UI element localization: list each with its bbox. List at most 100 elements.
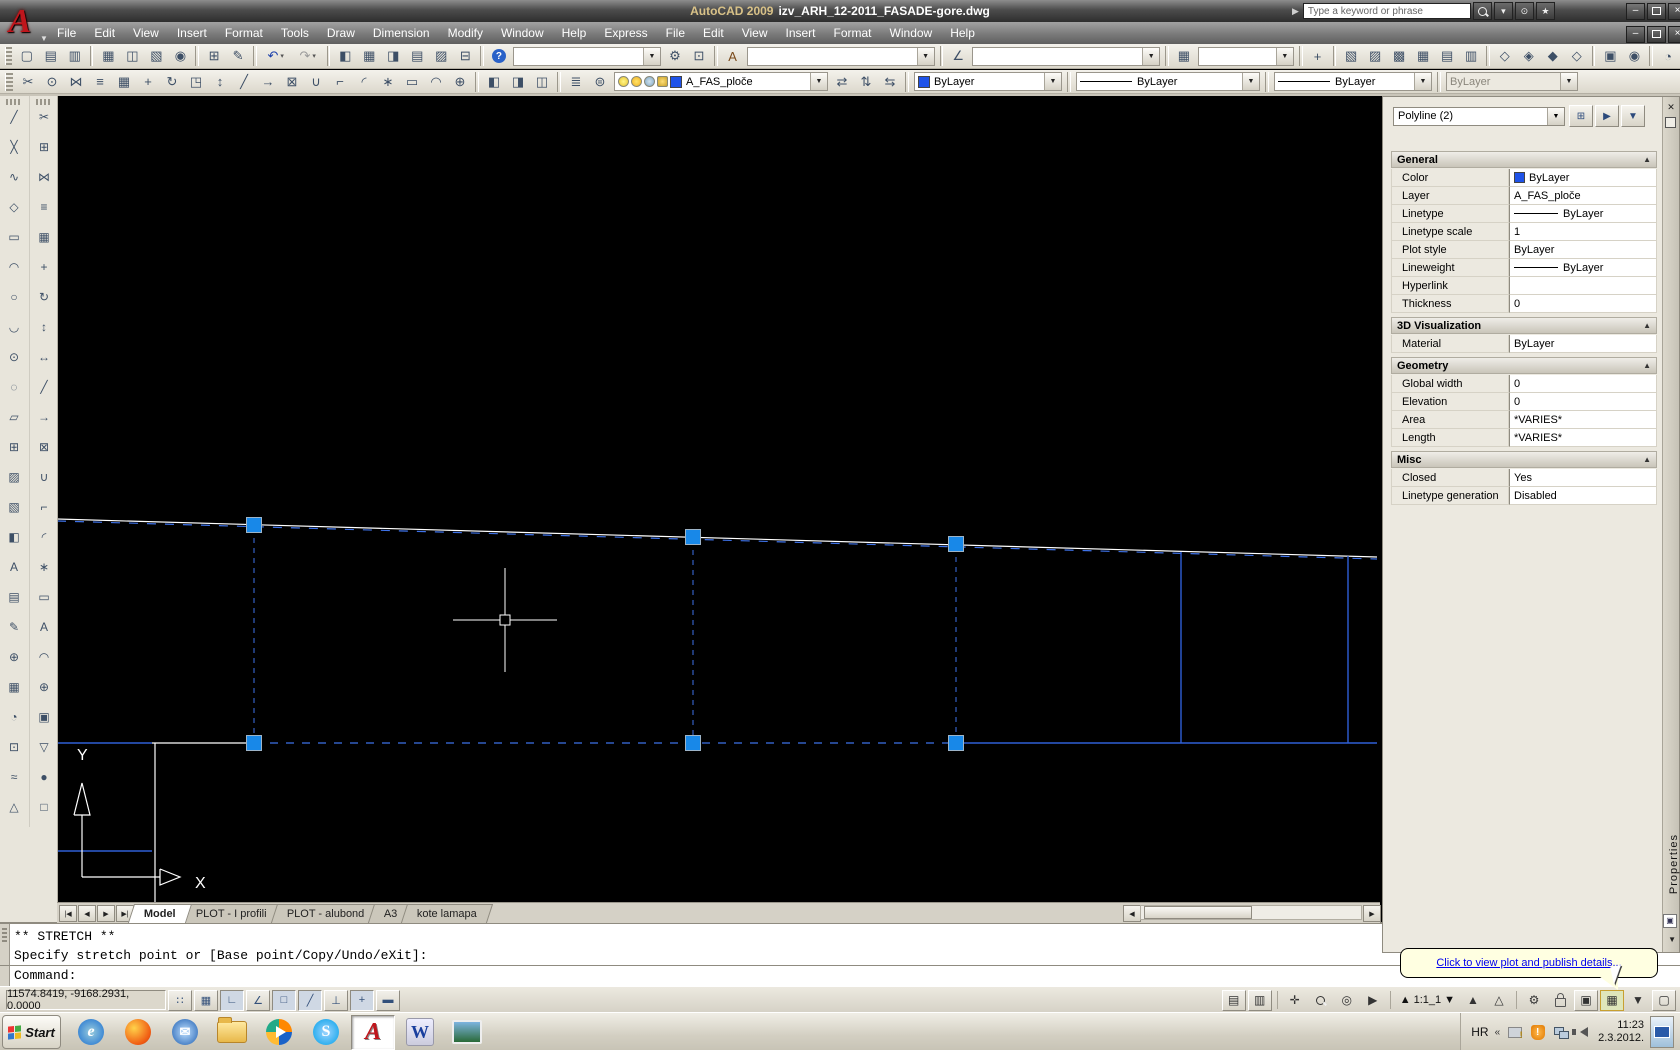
property-value[interactable]: ByLayer bbox=[1509, 335, 1657, 353]
draw-tool-icon-1[interactable]: ╱ bbox=[2, 107, 26, 127]
otrack-toggle[interactable]: ╱ bbox=[298, 990, 322, 1011]
menu-file[interactable]: File bbox=[48, 22, 85, 44]
modify-tool-icon-7[interactable]: ↻ bbox=[32, 287, 56, 307]
properties-button[interactable]: ◨ bbox=[381, 46, 405, 67]
layer-lock-icon[interactable]: ◧ bbox=[482, 71, 506, 92]
workspace-combo[interactable]: ▼ bbox=[513, 47, 661, 66]
zoom-previous-icon[interactable]: ◔ bbox=[1656, 46, 1680, 67]
start-button[interactable]: Start bbox=[2, 1015, 61, 1049]
tab-plot-alubond[interactable]: PLOT - alubond bbox=[270, 904, 380, 923]
menu-format[interactable]: Format bbox=[825, 22, 881, 44]
network-icon[interactable] bbox=[1552, 1024, 1569, 1041]
property-value[interactable]: *VARIES* bbox=[1509, 411, 1657, 429]
layer-previous-button[interactable]: ⇅ bbox=[854, 71, 878, 92]
volume-icon[interactable] bbox=[1575, 1024, 1592, 1041]
3ddwf-button[interactable]: ◉ bbox=[168, 46, 192, 67]
property-value[interactable]: Disabled bbox=[1509, 487, 1657, 505]
draw-tool-icon-8[interactable]: ◡ bbox=[2, 317, 26, 337]
toolbar-drag-handle[interactable] bbox=[5, 73, 13, 91]
mdi-close-button[interactable]: × bbox=[1668, 26, 1680, 43]
view-top-icon[interactable]: ▧ bbox=[1339, 46, 1363, 67]
draw-tool-icon-24[interactable]: △ bbox=[2, 797, 26, 817]
collapse-icon[interactable]: ▲ bbox=[1643, 361, 1651, 370]
help-button[interactable]: ? bbox=[487, 46, 511, 67]
explode-button[interactable]: ∗ bbox=[376, 71, 400, 92]
draw-tool-icon-16[interactable]: A bbox=[2, 557, 26, 577]
dyn-toggle[interactable]: + bbox=[350, 990, 374, 1011]
hscroll-thumb[interactable] bbox=[1144, 906, 1252, 919]
favorites-button[interactable]: ★ bbox=[1536, 2, 1555, 20]
color-combo-dropdown-icon[interactable]: ▼ bbox=[1044, 73, 1061, 90]
iso-sw-icon[interactable]: ◇ bbox=[1493, 46, 1517, 67]
layer-combo[interactable]: A_FAS_ploče▼ bbox=[614, 72, 828, 91]
communication-center-button[interactable]: ⊙ bbox=[1515, 2, 1534, 20]
draw-tool-icon-13[interactable]: ▨ bbox=[2, 467, 26, 487]
qnew-button[interactable]: ▢ bbox=[15, 46, 39, 67]
sheetset-manager-button[interactable]: ▤ bbox=[405, 46, 429, 67]
text-style-combo-dropdown-icon[interactable]: ▼ bbox=[917, 48, 934, 65]
copy-clip-button[interactable]: ⊞ bbox=[202, 46, 226, 67]
draw-toolbar-drag-handle[interactable] bbox=[6, 99, 22, 105]
search-input[interactable]: Type a keyword or phrase bbox=[1303, 3, 1471, 19]
tab-nav-1[interactable]: |◀ bbox=[59, 905, 77, 922]
menu-draw[interactable]: Draw bbox=[318, 22, 364, 44]
dropdown-caret-icon[interactable]: ▾ bbox=[280, 52, 284, 60]
move-button[interactable]: + bbox=[136, 71, 160, 92]
3d-pan-icon[interactable]: + bbox=[1306, 46, 1330, 67]
section-header-general[interactable]: General▲ bbox=[1391, 151, 1657, 168]
clean-screen-button[interactable]: ▢ bbox=[1652, 990, 1676, 1011]
linetype-combo-dropdown-icon[interactable]: ▼ bbox=[1242, 73, 1259, 90]
view-left-icon[interactable]: ▩ bbox=[1387, 46, 1411, 67]
lineweight-combo[interactable]: ByLayer▼ bbox=[1274, 72, 1432, 91]
showmotion-icon[interactable]: ▶ bbox=[1361, 990, 1385, 1011]
layer-lock-icon[interactable] bbox=[657, 76, 668, 87]
quick-select-button[interactable]: ▼ bbox=[1621, 105, 1645, 127]
open-button[interactable]: ▤ bbox=[39, 46, 63, 67]
layer-states-button[interactable]: ⊜ bbox=[588, 71, 612, 92]
layer-freeze-icon[interactable]: ◫ bbox=[530, 71, 554, 92]
layer-vp-freeze-icon[interactable] bbox=[644, 76, 655, 87]
dropdown-caret-icon[interactable]: ▾ bbox=[312, 52, 316, 60]
steeringwheel-icon[interactable]: ◎ bbox=[1335, 990, 1359, 1011]
menu-help[interactable]: Help bbox=[941, 22, 984, 44]
annotation-scale-button[interactable]: ▲1:1_1▼ bbox=[1396, 994, 1459, 1006]
draw-tool-icon-12[interactable]: ⊞ bbox=[2, 437, 26, 457]
plot-preview-button[interactable]: ◫ bbox=[120, 46, 144, 67]
property-value[interactable]: 1 bbox=[1509, 223, 1657, 241]
show-desktop-button[interactable] bbox=[1650, 1016, 1674, 1048]
menu-modify[interactable]: Modify bbox=[439, 22, 492, 44]
restore-button[interactable] bbox=[1647, 3, 1666, 20]
ducs-toggle[interactable]: ⊥ bbox=[324, 990, 348, 1011]
infocenter-arrow-icon[interactable]: ▶ bbox=[1292, 6, 1299, 17]
draw-tool-icon-22[interactable]: ⊡ bbox=[2, 737, 26, 757]
model-button[interactable]: ▤ bbox=[1222, 990, 1246, 1011]
layout-button[interactable]: ▥ bbox=[1248, 990, 1272, 1011]
plot-icon[interactable]: ▣ bbox=[1574, 990, 1598, 1011]
modify-tool-icon-9[interactable]: ↔ bbox=[32, 347, 56, 367]
minimize-button[interactable]: – bbox=[1626, 3, 1645, 20]
modify-tool-icon-5[interactable]: ▦ bbox=[32, 227, 56, 247]
draw-tool-icon-10[interactable]: ◌ bbox=[2, 377, 26, 397]
join-button[interactable]: ∪ bbox=[304, 71, 328, 92]
modify-tool-icon-20[interactable]: ⊕ bbox=[32, 677, 56, 697]
autocad-icon[interactable]: A bbox=[351, 1015, 395, 1050]
offset-button[interactable]: ≡ bbox=[88, 71, 112, 92]
camera-icon[interactable]: ◉ bbox=[1622, 46, 1646, 67]
view-bottom-icon[interactable]: ▨ bbox=[1363, 46, 1387, 67]
text-style-combo[interactable]: ▼ bbox=[747, 47, 935, 66]
draw-tool-icon-9[interactable]: ⊙ bbox=[2, 347, 26, 367]
modify-tool-icon-13[interactable]: ∪ bbox=[32, 467, 56, 487]
internet-explorer-icon[interactable]: e bbox=[69, 1015, 113, 1050]
close-button[interactable]: × bbox=[1668, 3, 1680, 20]
clock[interactable]: 11:23 2.3.2012. bbox=[1598, 1019, 1644, 1045]
palette-close-icon[interactable]: ✕ bbox=[1665, 101, 1677, 113]
polar-toggle[interactable]: ∠ bbox=[246, 990, 270, 1011]
view-front-icon[interactable]: ▤ bbox=[1435, 46, 1459, 67]
media-player-icon[interactable] bbox=[257, 1015, 301, 1050]
property-value[interactable]: 0 bbox=[1509, 375, 1657, 393]
menu-view[interactable]: View bbox=[733, 22, 777, 44]
table-style-combo[interactable]: ▼ bbox=[1198, 47, 1294, 66]
text-style-icon[interactable]: A bbox=[721, 46, 745, 67]
modify-tool-icon-2[interactable]: ⊞ bbox=[32, 137, 56, 157]
draw-tool-icon-21[interactable]: ◔ bbox=[2, 707, 26, 727]
